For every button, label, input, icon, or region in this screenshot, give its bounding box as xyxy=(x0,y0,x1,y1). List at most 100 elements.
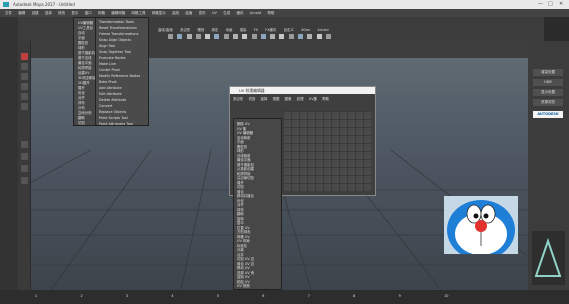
hdr-button[interactable]: HDR xyxy=(533,79,563,86)
layout-single-icon[interactable] xyxy=(21,141,28,148)
shelf-icon[interactable] xyxy=(232,34,238,39)
menu-modify[interactable]: 修改 xyxy=(58,11,65,16)
uv-menu-image[interactable]: 图像 xyxy=(285,97,292,101)
menu-mesh-display[interactable]: 网格显示 xyxy=(152,11,166,16)
menu-item[interactable]: 切割 xyxy=(78,120,85,125)
menu-mesh[interactable]: 网格 xyxy=(98,11,105,16)
shelf-icon[interactable] xyxy=(297,34,303,39)
shelf-tab-fx[interactable]: FX xyxy=(254,28,258,32)
uv-menu-select[interactable]: 选择 xyxy=(261,97,268,101)
timeline-frame[interactable]: 8 xyxy=(353,294,355,298)
shelf-icon[interactable] xyxy=(279,34,285,39)
shelf-icon[interactable] xyxy=(325,34,331,39)
shelf-icon[interactable] xyxy=(214,34,220,39)
shelf-icon[interactable] xyxy=(186,34,192,39)
menu-item[interactable]: Snap Align Objects xyxy=(99,38,131,42)
paint-select-icon[interactable] xyxy=(21,73,28,80)
rotate-tool-icon[interactable] xyxy=(21,93,28,100)
shelf-tab-custom[interactable]: 自定义 xyxy=(284,28,294,32)
timeline-frame[interactable]: 5 xyxy=(217,294,219,298)
menu-mesh-tools[interactable]: 网格工具 xyxy=(132,11,146,16)
uv-menu-view[interactable]: 视图 xyxy=(273,97,280,101)
shelf-icon[interactable] xyxy=(307,34,313,39)
uv-menu-help[interactable]: 帮助 xyxy=(322,97,329,101)
menu-file[interactable]: 文件 xyxy=(5,11,12,16)
menu-create[interactable]: 创建 xyxy=(32,11,39,16)
timeline-frame[interactable]: 2 xyxy=(80,294,82,298)
minimize-button[interactable]: — xyxy=(538,1,543,7)
shelf-tab-sculpt[interactable]: 雕刻 xyxy=(197,28,204,32)
menu-curves[interactable]: 曲线 xyxy=(172,11,179,16)
shelf-icon[interactable] xyxy=(223,34,229,39)
menu-item[interactable]: Convert xyxy=(99,104,112,108)
menu-item[interactable]: Paint Scripts Tool xyxy=(99,116,128,120)
shelf-tab-rendering[interactable]: 渲染 xyxy=(240,28,247,32)
render-settings-button[interactable]: 渲染设置 xyxy=(533,69,563,76)
menu-item[interactable]: UV 快照 xyxy=(237,283,250,288)
close-button[interactable]: ✕ xyxy=(559,1,563,7)
uv-menu-polygons[interactable]: 多边形 xyxy=(233,97,243,101)
menu-item[interactable]: Bake Pivot xyxy=(99,80,117,84)
shelf-icon[interactable] xyxy=(288,34,294,39)
timeline-frame[interactable]: 10 xyxy=(444,294,448,298)
shelf-icon[interactable] xyxy=(260,34,266,39)
timeline-frame[interactable]: 4 xyxy=(171,294,173,298)
shelf-icon[interactable] xyxy=(242,34,248,39)
move-tool-icon[interactable] xyxy=(21,83,28,90)
timeline-frame[interactable]: 9 xyxy=(399,294,401,298)
menu-item[interactable]: Delete Attribute xyxy=(99,98,126,102)
timeline-frame[interactable]: 1 xyxy=(35,294,37,298)
uv-menu-textures[interactable]: 纹理 xyxy=(297,97,304,101)
shelf-icon[interactable] xyxy=(316,34,322,39)
select-tool-icon[interactable] xyxy=(21,53,28,60)
shelf-tab-fx-caching[interactable]: FX缓存 xyxy=(265,28,276,32)
uv-menu-uvsets[interactable]: UV集 xyxy=(309,97,317,101)
menu-item[interactable]: Center Pivot xyxy=(99,68,120,72)
menu-surfaces[interactable]: 曲面 xyxy=(185,11,192,16)
menu-item[interactable]: Paint Attributes Tool xyxy=(99,122,133,126)
layout-four-icon[interactable] xyxy=(21,153,28,160)
shelf-icon[interactable] xyxy=(251,34,257,39)
timeline-frame[interactable]: 6 xyxy=(262,294,264,298)
menu-item[interactable]: Make Live xyxy=(99,62,116,66)
menu-arnold[interactable]: Arnold xyxy=(250,11,261,15)
shelf-icon[interactable] xyxy=(270,34,276,39)
menu-help[interactable]: 帮助 xyxy=(267,11,274,16)
shelf-tab-rigging[interactable]: 绑定 xyxy=(212,28,219,32)
menu-item[interactable]: Replace Objects xyxy=(99,110,126,114)
menu-deform[interactable]: 变形 xyxy=(199,11,206,16)
uv-grid[interactable] xyxy=(283,111,371,191)
menu-select[interactable]: 选择 xyxy=(45,11,52,16)
menu-window[interactable]: 窗口 xyxy=(85,11,92,16)
shelf-tab-polygons[interactable]: 多边形 xyxy=(180,28,190,32)
shelf-tab-xgen[interactable]: XGen xyxy=(301,28,310,32)
menu-item[interactable]: Add Attribute xyxy=(99,86,122,90)
menu-item[interactable]: Modify Reference Nodes xyxy=(99,74,140,78)
shelf-icon[interactable] xyxy=(205,34,211,39)
menu-item[interactable]: Snap Together Tool xyxy=(99,50,131,54)
menu-cache[interactable]: 缓存 xyxy=(236,11,243,16)
display-settings-button[interactable]: 显示设置 xyxy=(533,89,563,96)
scale-tool-icon[interactable] xyxy=(21,103,28,110)
menu-item[interactable]: Edit Attribute xyxy=(99,92,122,96)
layout-persp-icon[interactable] xyxy=(21,177,28,184)
shelf-tab-curves[interactable]: 曲线/曲面 xyxy=(158,28,173,32)
menu-item[interactable]: Align Tool xyxy=(99,44,115,48)
menu-display[interactable]: 显示 xyxy=(71,11,78,16)
shelf-icon[interactable] xyxy=(168,34,173,39)
layout-side-icon[interactable] xyxy=(21,165,28,172)
menu-edit-mesh[interactable]: 编辑网格 xyxy=(111,11,125,16)
shelf-tab-arnold[interactable]: Arnold xyxy=(318,28,329,32)
shelf-icon[interactable] xyxy=(195,34,201,39)
menu-item[interactable]: Transformation Tools xyxy=(99,20,134,24)
menu-generate[interactable]: 生成 xyxy=(223,11,230,16)
timeline-frame[interactable]: 7 xyxy=(308,294,310,298)
menu-item[interactable]: Freeze Transformations xyxy=(99,32,138,36)
shelf-tab-animation[interactable]: 动画 xyxy=(226,28,233,32)
timeline-frame[interactable]: 3 xyxy=(126,294,128,298)
asset-browser-button[interactable]: 资源浏览 xyxy=(533,99,563,106)
uv-menu-cut[interactable]: 切割 xyxy=(248,97,255,101)
menu-item[interactable]: Reset Transformations xyxy=(99,26,137,30)
shelf-icon[interactable] xyxy=(177,34,183,39)
maximize-button[interactable]: □ xyxy=(548,1,553,7)
